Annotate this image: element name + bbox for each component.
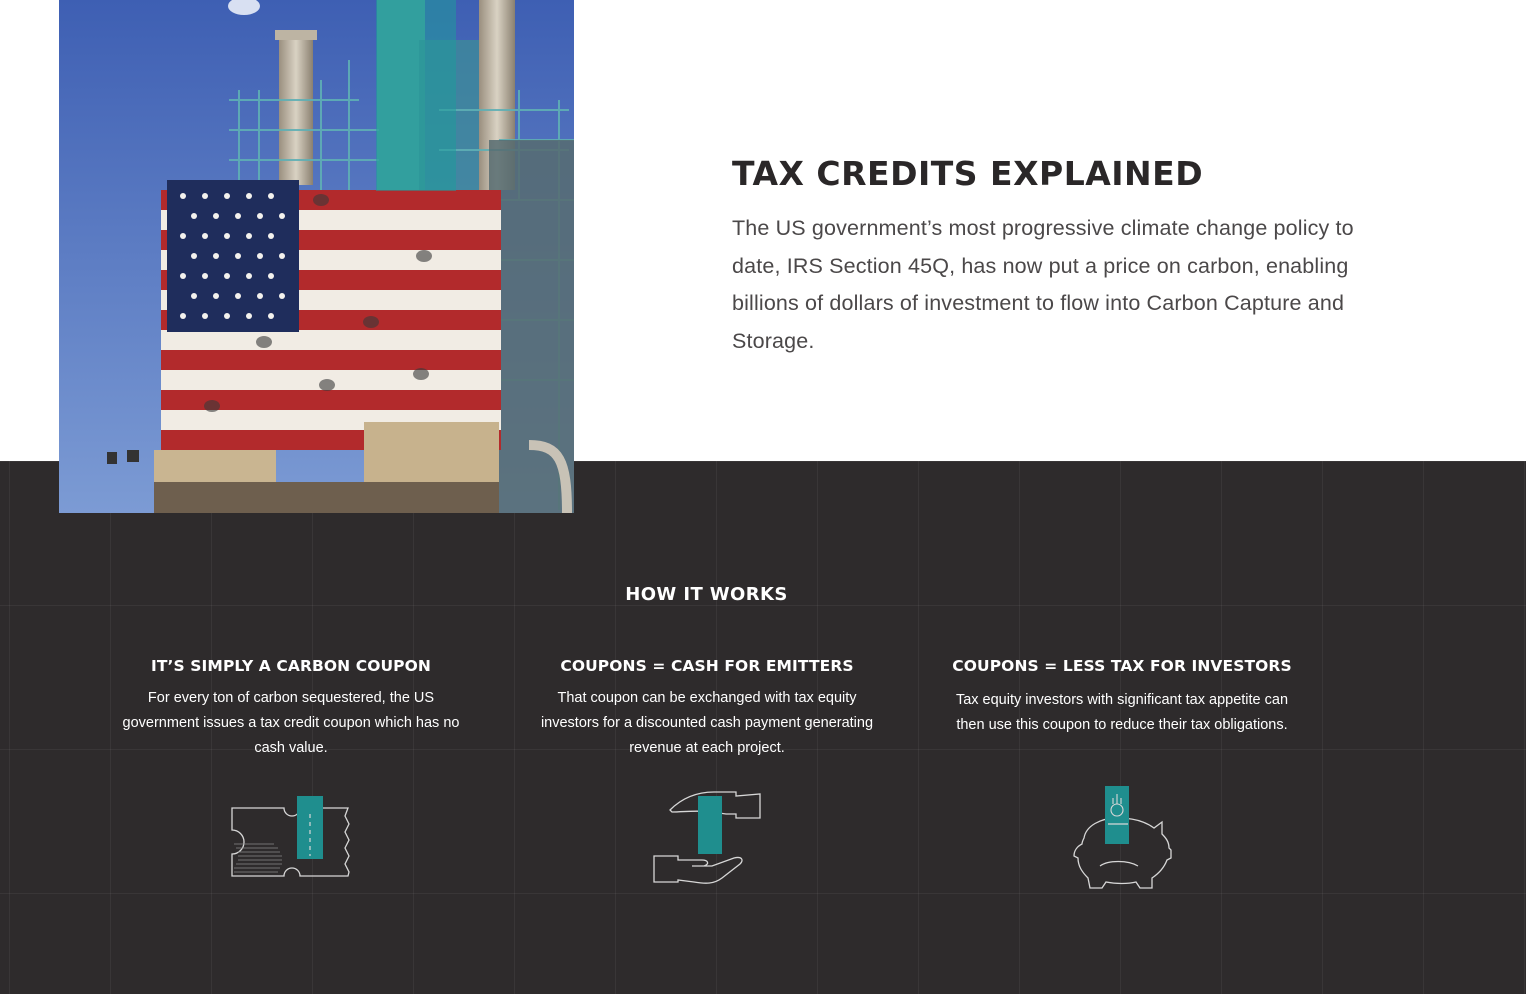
coupon-icon — [230, 796, 352, 880]
how-it-works-title: HOW IT WORKS — [625, 584, 788, 605]
how-step-cash-for-emitters: COUPONS = CASH FOR EMITTERS That coupon … — [517, 654, 897, 761]
how-step-carbon-coupon: IT’S SIMPLY A CARBON COUPON For every to… — [101, 654, 481, 761]
piggy-bank-icon — [1072, 786, 1174, 890]
power-plant-flag-photo — [59, 0, 574, 513]
step-body: For every ton of carbon sequestered, the… — [122, 690, 460, 756]
step-title: IT’S SIMPLY A CARBON COUPON — [151, 657, 431, 675]
hands-exchange-icon — [652, 788, 764, 888]
how-step-less-tax: COUPONS = LESS TAX FOR INVESTORS Tax equ… — [932, 654, 1312, 738]
step-body: Tax equity investors with significant ta… — [955, 692, 1289, 733]
step-title: COUPONS = CASH FOR EMITTERS — [560, 657, 854, 675]
intro-text-block: TAX CREDITS EXPLAINED The US government’… — [732, 152, 1392, 361]
step-body: That coupon can be exchanged with tax eq… — [540, 690, 874, 756]
intro-title: TAX CREDITS EXPLAINED — [732, 154, 1204, 193]
intro-body: The US government’s most progressive cli… — [732, 216, 1354, 354]
step-title: COUPONS = LESS TAX FOR INVESTORS — [952, 657, 1292, 675]
